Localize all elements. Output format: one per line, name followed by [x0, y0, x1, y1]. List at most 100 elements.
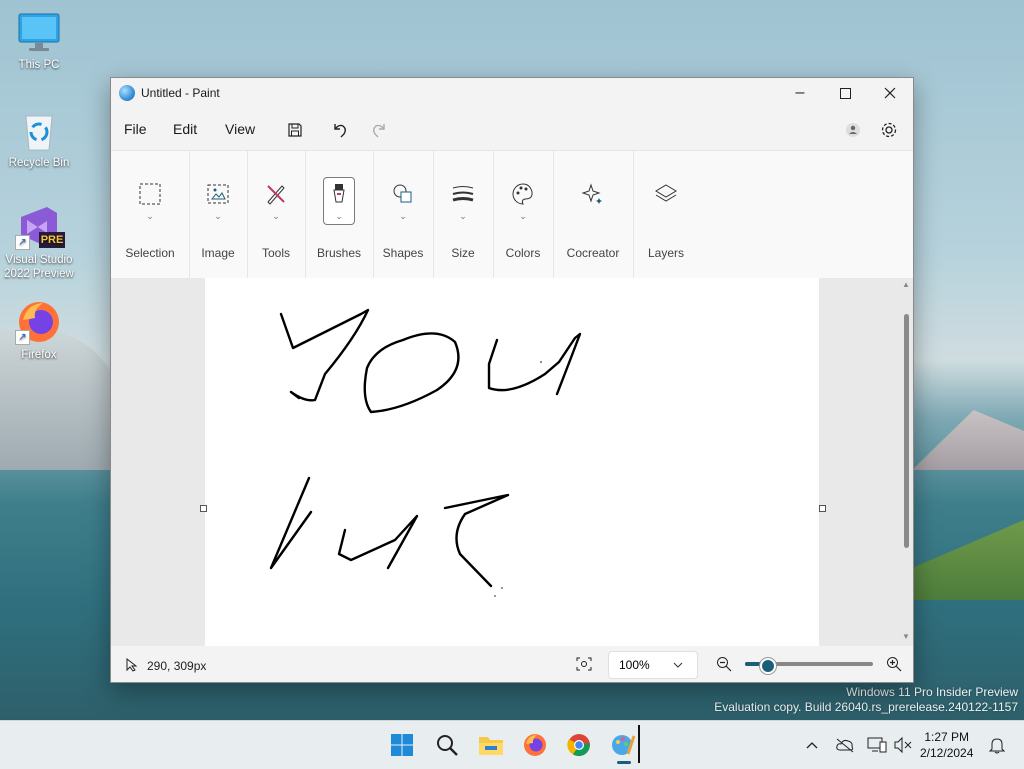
shortcut-arrow-icon: ↗ [15, 330, 30, 345]
clock-date: 2/12/2024 [920, 746, 974, 760]
network-button[interactable] [863, 731, 891, 759]
folder-icon [479, 737, 503, 755]
vertical-scrollbar[interactable]: ▲ ▼ [901, 278, 913, 646]
undo-icon [334, 124, 346, 138]
onedrive-button[interactable] [831, 731, 859, 759]
firefox-icon [524, 734, 546, 756]
search-icon [437, 735, 458, 756]
ribbon-group-brushes[interactable]: ⌄ Brushes [305, 151, 374, 278]
ribbon-group-tools[interactable]: ⌄ Tools [247, 151, 306, 278]
desktop-icon-label: Recycle Bin [8, 157, 70, 169]
taskbar-firefox[interactable] [521, 731, 549, 759]
settings-button[interactable] [878, 119, 900, 141]
watermark-build: Evaluation copy. Build 26040.rs_prerelea… [714, 700, 1018, 714]
drawing-canvas[interactable] [205, 278, 819, 646]
redo-icon [373, 124, 385, 138]
save-icon [288, 123, 302, 137]
zoom-out-icon[interactable] [716, 656, 732, 672]
ribbon-group-shapes[interactable]: ⌄ Shapes [373, 151, 434, 278]
close-button[interactable] [867, 78, 913, 108]
wallpaper-mountain-right [912, 410, 1024, 470]
scroll-down-icon[interactable]: ▼ [902, 632, 910, 641]
workspace: ▲ ▼ [111, 278, 913, 646]
desktop-icon-this-pc[interactable]: This PC [1, 10, 77, 72]
chrome-icon [567, 734, 590, 757]
size-icon [448, 179, 478, 209]
menu-file[interactable]: File [124, 121, 147, 137]
canvas-resize-handle-left[interactable] [200, 505, 207, 512]
window-title: Untitled - Paint [141, 86, 220, 100]
title-bar[interactable]: Untitled - Paint – [111, 78, 913, 108]
ribbon-group-size[interactable]: ⌄ Size [433, 151, 494, 278]
ribbon-group-image[interactable]: ⌄ Image [189, 151, 248, 278]
ribbon-label: Image [201, 246, 235, 260]
speaker-muted-icon [894, 736, 912, 754]
desktop-icon-visual-studio[interactable]: PRE ↗ Visual Studio 2022 Preview [1, 205, 77, 281]
chevron-down-icon: ⌄ [459, 211, 467, 221]
ribbon-group-selection[interactable]: ⌄ Selection [111, 151, 190, 278]
zoom-value: 100% [619, 658, 650, 672]
scroll-up-icon[interactable]: ▲ [902, 280, 910, 289]
undo-button[interactable] [329, 119, 351, 141]
search-button[interactable] [433, 731, 461, 759]
zoom-select[interactable]: 100% [608, 651, 698, 679]
tools-icon [261, 179, 291, 209]
clock-time: 1:27 PM [924, 730, 970, 744]
desktop-icon-label: This PC [18, 59, 60, 71]
start-button[interactable] [388, 731, 416, 759]
wallpaper-grass-right [912, 520, 1024, 600]
save-button[interactable] [284, 119, 306, 141]
minimize-button[interactable]: – [777, 78, 823, 108]
text-cursor [638, 725, 640, 763]
ribbon-group-colors[interactable]: ⌄ Colors [493, 151, 554, 278]
ribbon-group-layers[interactable]: Layers [633, 151, 699, 278]
paint-app-icon [119, 85, 135, 101]
taskbar: 1:27 PM 2/12/2024 [0, 720, 1024, 769]
shortcut-arrow-icon: ↗ [15, 235, 30, 250]
zoom-in-icon[interactable] [886, 656, 902, 672]
canvas-resize-handle-right[interactable] [819, 505, 826, 512]
menu-edit[interactable]: Edit [173, 121, 197, 137]
menu-view[interactable]: View [225, 121, 255, 137]
image-icon [203, 179, 233, 209]
taskbar-file-explorer[interactable] [477, 731, 505, 759]
desktop-icon-recycle-bin[interactable]: Recycle Bin [1, 108, 77, 170]
zoom-slider[interactable] [745, 658, 873, 674]
maximize-icon [839, 87, 851, 99]
system-clock[interactable]: 1:27 PM 2/12/2024 [920, 729, 973, 761]
visual-studio-icon: PRE ↗ [15, 205, 65, 250]
notifications-button[interactable] [983, 731, 1011, 759]
cursor-coordinates: 290, 309px [147, 659, 207, 673]
maximize-button[interactable] [822, 78, 868, 108]
desktop-icon-firefox[interactable]: ↗ Firefox [1, 300, 77, 362]
active-app-indicator [617, 761, 631, 764]
chevron-down-icon: ⌄ [214, 211, 222, 221]
ribbon-group-cocreator[interactable]: Cocreator [553, 151, 634, 278]
show-hidden-icons-button[interactable] [798, 731, 826, 759]
chevron-down-icon: ⌄ [146, 211, 154, 221]
brush-icon [324, 179, 354, 209]
ribbon-label: Layers [647, 246, 685, 260]
zoom-slider-knob[interactable] [759, 658, 776, 674]
palette-icon [508, 179, 538, 209]
chevron-down-icon: ⌄ [399, 211, 407, 221]
redo-button[interactable] [368, 119, 390, 141]
ribbon-label: Selection [125, 246, 175, 260]
firefox-icon: ↗ [15, 300, 61, 345]
sparkle-icon [578, 179, 608, 209]
shapes-icon [388, 179, 418, 209]
taskbar-chrome[interactable] [565, 731, 593, 759]
ribbon-label: Tools [261, 246, 290, 260]
canvas-drawing [269, 308, 582, 597]
account-button[interactable] [842, 119, 864, 141]
cloud-offline-icon [836, 738, 854, 753]
chevron-down-icon: ⌄ [272, 211, 280, 221]
fit-to-window-icon[interactable] [576, 657, 592, 671]
chevron-down-icon: ⌄ [335, 211, 343, 221]
scrollbar-thumb[interactable] [904, 314, 909, 548]
ribbon-label: Size [451, 246, 475, 260]
taskbar-paint[interactable] [609, 731, 637, 764]
chevron-up-icon [806, 742, 818, 749]
menu-bar: File Edit View [111, 112, 913, 144]
volume-button[interactable] [889, 731, 917, 759]
